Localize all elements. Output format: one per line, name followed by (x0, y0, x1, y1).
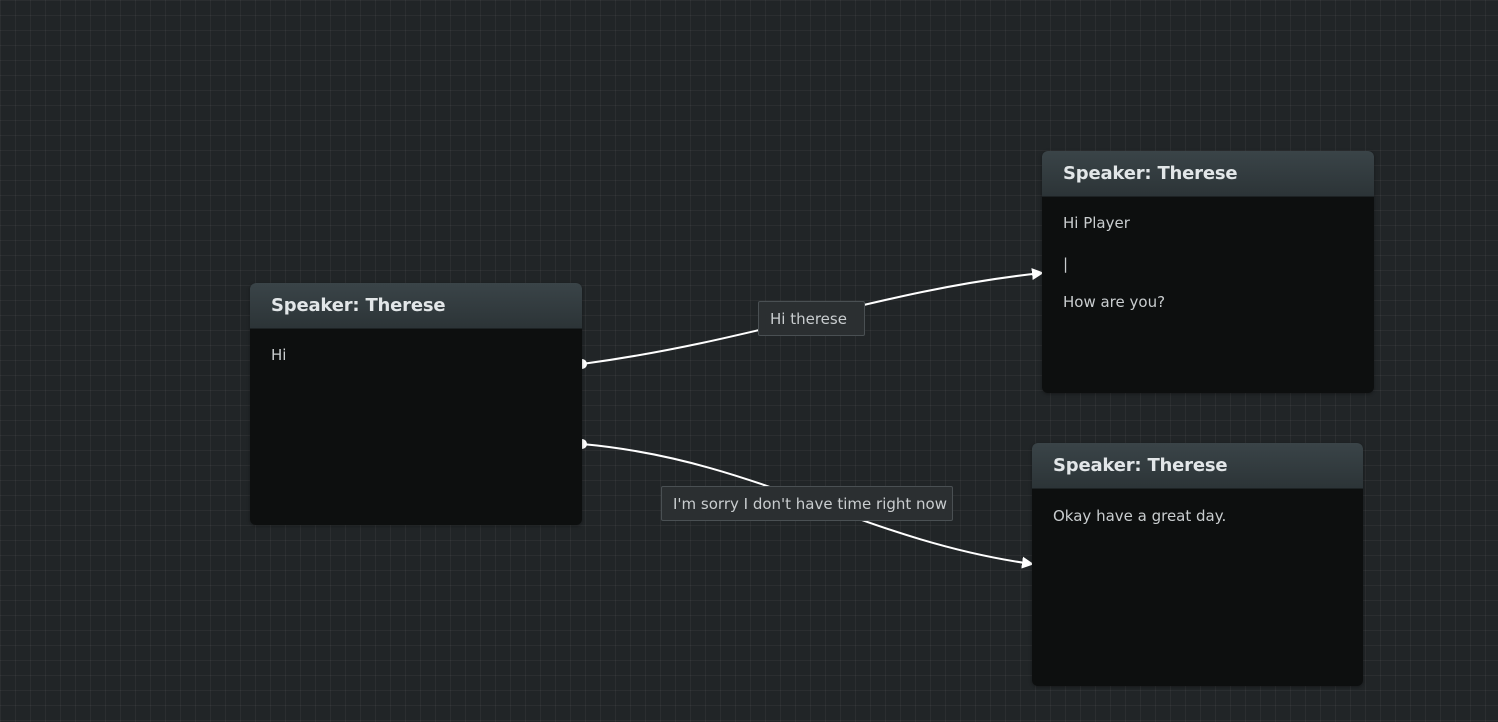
node-title: Speaker: Therese (1063, 163, 1238, 184)
node-header[interactable]: Speaker: Therese (250, 283, 582, 329)
dialogue-graph-canvas[interactable]: Speaker: Therese Hi Speaker: Therese Hi … (0, 0, 1498, 722)
dialogue-node[interactable]: Speaker: Therese Okay have a great day. (1032, 443, 1363, 686)
dialogue-node[interactable]: Speaker: Therese Hi Player | How are you… (1042, 151, 1374, 393)
edge-label-choice[interactable]: Hi therese (758, 301, 865, 336)
node-text-line: How are you? (1063, 293, 1166, 311)
node-text-line: Hi Player (1063, 214, 1130, 232)
node-header[interactable]: Speaker: Therese (1032, 443, 1363, 489)
node-text-line: Okay have a great day. (1053, 507, 1227, 525)
node-body[interactable]: Okay have a great day. (1032, 489, 1363, 542)
node-title: Speaker: Therese (271, 295, 446, 316)
text-cursor: | (1063, 255, 1069, 273)
node-header[interactable]: Speaker: Therese (1042, 151, 1374, 197)
node-title: Speaker: Therese (1053, 455, 1228, 476)
node-text-line: Hi (271, 346, 287, 364)
node-body[interactable]: Hi (250, 329, 582, 381)
edge-label-choice[interactable]: I'm sorry I don't have time right now (661, 486, 953, 521)
node-body[interactable]: Hi Player | How are you? (1042, 197, 1374, 328)
dialogue-node[interactable]: Speaker: Therese Hi (250, 283, 582, 525)
